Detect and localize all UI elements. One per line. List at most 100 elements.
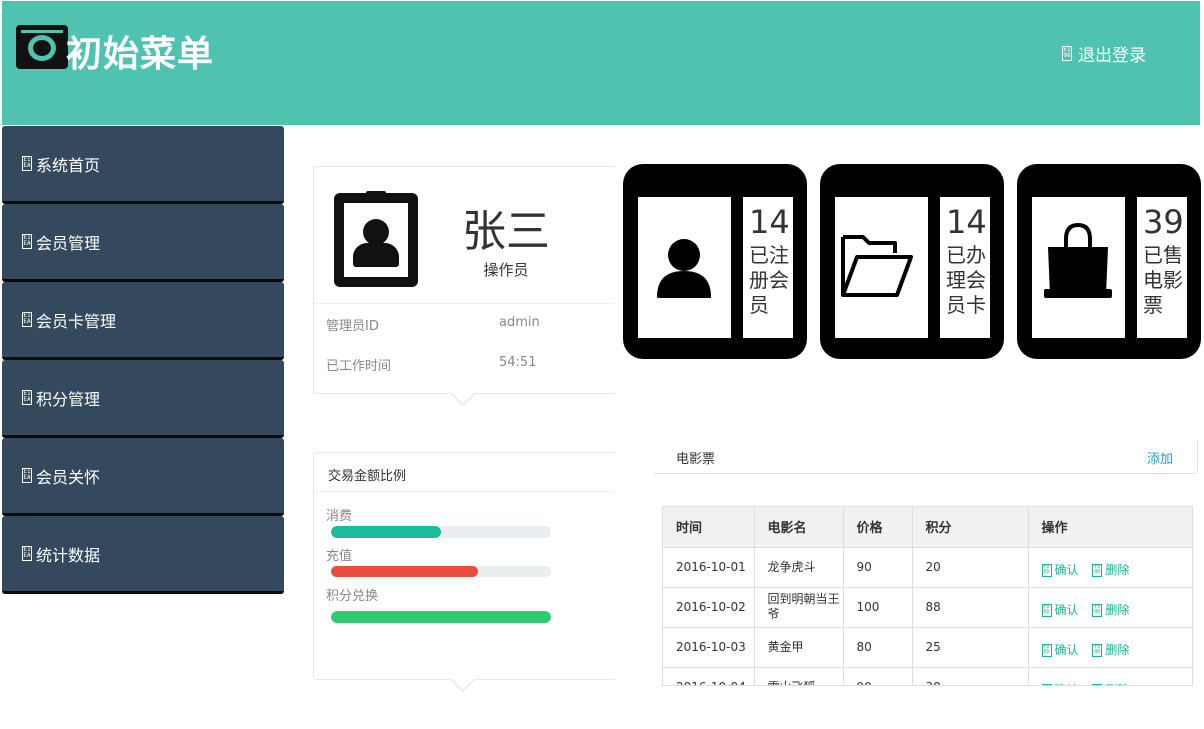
profile-role: 操作员 [483, 261, 529, 279]
stat-card-movie-tickets[interactable]: 39 已售电影票 [1017, 164, 1201, 359]
stat-label: 已办理会员卡 [946, 243, 986, 317]
field-value: admin [499, 315, 540, 330]
missing-glyph-icon: E1 EA [22, 468, 32, 483]
missing-glyph-icon: E1 EA [22, 390, 32, 405]
top-header: 初始菜单 E1 98 退出登录 [2, 1, 1200, 125]
card-pointer [451, 679, 475, 692]
admin-id-row: 管理员ID admin [326, 315, 606, 334]
movie-name-cell: 回到明朝当王爷 [754, 587, 844, 628]
panel-title: 电影票 [676, 452, 716, 467]
missing-glyph-icon: F00D [1092, 603, 1103, 617]
progress-bar-recharge [331, 566, 479, 577]
confirm-label: 确认 [1054, 562, 1079, 577]
stat-number: 14 [749, 203, 790, 241]
app-title: 初始菜单 [66, 34, 215, 75]
missing-glyph-icon: F05D [1041, 643, 1052, 657]
folder-open-icon [841, 235, 913, 297]
missing-glyph-icon: E1 EA [22, 546, 32, 561]
stat-label: 已注册会员 [749, 243, 789, 317]
sidebar-menu: E1 EA 系统首页 E1 EA 会员管理 E1 EA 会员卡管理 E1 EA 积分管理… [2, 126, 284, 594]
column-header: 时间 [663, 507, 755, 548]
profile-name: 张三 [462, 206, 550, 257]
movie-table: 时间 电影名 价格 积分 操作 2016-10-01 龙争虎斗 90 20 F0… [662, 506, 1193, 686]
column-header: 操作 [1028, 507, 1192, 548]
sidebar-item-label: 会员关怀 [36, 467, 101, 487]
work-time-row: 已工作时间 54:51 [326, 355, 606, 374]
table-row: 2016-10-01 龙争虎斗 90 20 F0 5D 确认 F0 0D 删除 [663, 547, 1192, 588]
bar-label: 积分兑换 [326, 589, 379, 604]
sidebar-item-statistics[interactable]: E1 EA 统计数据 [2, 516, 284, 594]
stat-card-registered-members[interactable]: 14 已注册会员 [623, 164, 807, 359]
sidebar-item-points[interactable]: E1 EA 积分管理 [2, 360, 284, 438]
missing-glyph-icon: E1 EA [22, 312, 32, 327]
card-title: 交易金额比例 [328, 469, 407, 484]
actions-cell: F05D确认 F00D删除 [1028, 587, 1192, 628]
sidebar-item-label: 统计数据 [36, 545, 101, 565]
progress-bar-points-exchange [331, 611, 551, 623]
confirm-button[interactable]: F05D确认 [1041, 603, 1079, 618]
price-cell: 90 [843, 667, 913, 685]
column-header: 积分 [912, 507, 1029, 548]
delete-label: 删除 [1105, 642, 1130, 657]
missing-glyph-icon: F00D [1092, 683, 1103, 685]
column-header: 电影名 [754, 507, 844, 548]
date-cell: 2016-10-01 [663, 547, 755, 588]
user-icon [657, 239, 711, 298]
field-label: 管理员ID [326, 319, 379, 334]
table-row: 2016-10-03 黄金甲 80 25 F0 5D 确认 F0 0D 删除 [663, 627, 1192, 668]
confirm-button[interactable]: F05D确认 [1041, 683, 1079, 686]
delete-button[interactable]: F00D删除 [1092, 563, 1129, 578]
price-cell: 100 [843, 587, 913, 628]
points-cell: 25 [912, 627, 1029, 668]
actions-cell: F05D确认 F00D删除 [1028, 627, 1192, 668]
confirm-button[interactable]: F05D确认 [1041, 562, 1079, 578]
missing-glyph-icon: F05D [1041, 603, 1052, 617]
date-cell: 2016-10-02 [663, 587, 755, 628]
price-cell: 90 [843, 547, 913, 588]
date-cell: 2016-10-04 [663, 667, 755, 685]
sidebar-item-members[interactable]: E1 EA 会员管理 [2, 204, 284, 282]
field-label: 已工作时间 [326, 359, 392, 374]
card-pointer [451, 393, 475, 406]
actions-cell: F05D确认 F00D删除 [1028, 667, 1192, 686]
confirm-button[interactable]: F05D确认 [1041, 642, 1079, 658]
actions-cell: F05D确认 F00D删除 [1028, 547, 1192, 588]
sidebar-item-label: 会员卡管理 [36, 311, 117, 331]
confirm-label: 确认 [1055, 683, 1079, 686]
stat-number: 39 [1143, 203, 1184, 241]
progress-track-recharge [331, 566, 551, 577]
missing-glyph-icon: F00D [1092, 643, 1103, 657]
sidebar-item-member-cards[interactable]: E1 EA 会员卡管理 [2, 282, 284, 360]
points-cell: 30 [912, 667, 1029, 685]
progress-track-points-exchange [331, 611, 551, 623]
delete-label: 删除 [1105, 683, 1129, 686]
delete-button[interactable]: F00D删除 [1092, 603, 1129, 618]
delete-button[interactable]: F00D删除 [1092, 643, 1129, 658]
missing-glyph-icon: E1 98 [1062, 46, 1072, 61]
movie-name-cell: 黄金甲 [754, 627, 844, 668]
logout-label: 退出登录 [1078, 46, 1146, 66]
divider [314, 491, 614, 492]
stat-card-member-cards[interactable]: 14 已办理会员卡 [820, 164, 1004, 359]
sidebar-item-label: 积分管理 [36, 389, 101, 409]
sidebar-item-member-care[interactable]: E1 EA 会员关怀 [2, 438, 284, 516]
missing-glyph-icon: F05D [1041, 563, 1052, 577]
points-cell: 20 [912, 547, 1029, 588]
logout-button[interactable]: E1 98 退出登录 [1062, 41, 1146, 66]
date-cell: 2016-10-03 [663, 627, 755, 668]
table-row: 2016-10-04 雪山飞狐 90 30 F05D确认 F00D删除 [663, 667, 1192, 686]
delete-label: 删除 [1105, 602, 1130, 617]
points-cell: 88 [912, 587, 1029, 628]
stat-number: 14 [946, 203, 987, 241]
delete-label: 删除 [1105, 562, 1130, 577]
stat-label: 已售电影票 [1143, 243, 1183, 317]
sidebar-item-label: 会员管理 [36, 233, 101, 253]
sidebar-item-home[interactable]: E1 EA 系统首页 [2, 126, 284, 204]
column-header: 价格 [843, 507, 913, 548]
id-badge-icon [334, 191, 418, 287]
delete-button[interactable]: F00D删除 [1092, 683, 1129, 686]
table-header-row: 时间 电影名 价格 积分 操作 [663, 507, 1192, 548]
confirm-label: 确认 [1054, 642, 1079, 657]
sidebar-item-label: 系统首页 [36, 155, 101, 175]
add-button[interactable]: 添加 [1147, 448, 1173, 467]
